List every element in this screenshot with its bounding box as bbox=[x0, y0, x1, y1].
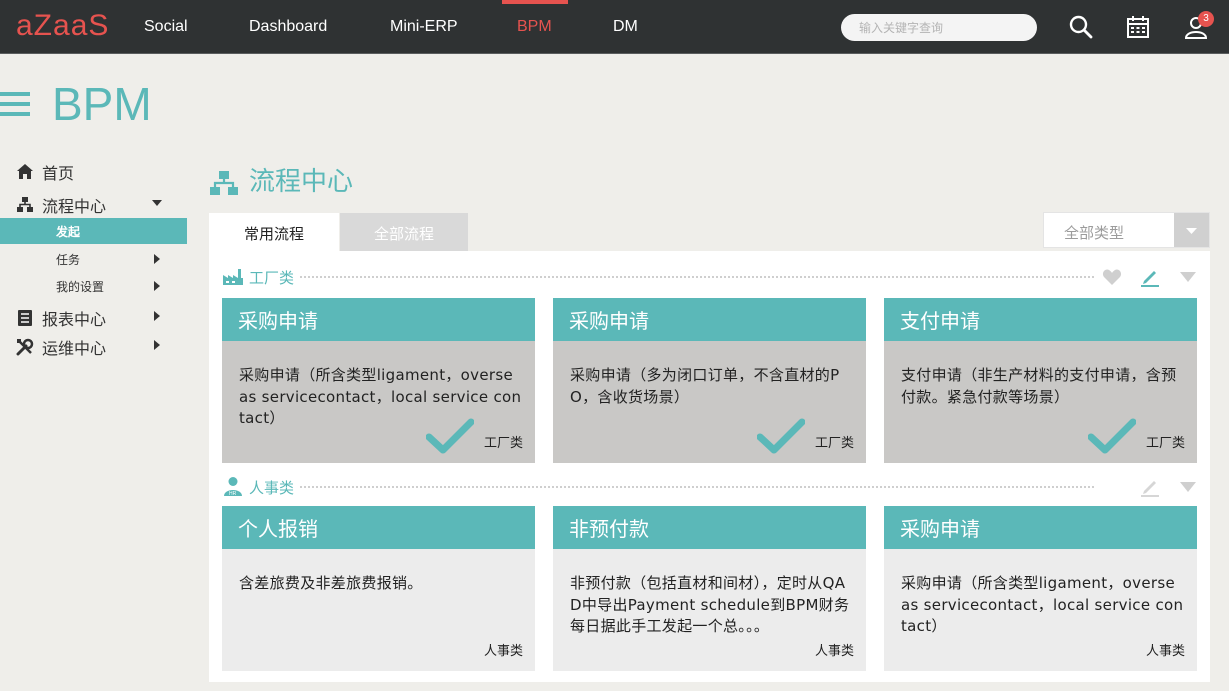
top-navbar: aZaaS Social Dashboard Mini-ERP BPM DM 3 bbox=[0, 0, 1229, 54]
chevron-right-icon bbox=[154, 311, 160, 321]
process-card[interactable]: 个人报销 含差旅费及非差旅费报销。 人事类 bbox=[222, 506, 535, 671]
card-category: 工厂类 bbox=[1145, 436, 1185, 451]
sidebar-item-ops-center[interactable]: 运维中心 bbox=[0, 335, 187, 358]
section-title: 流程中心 bbox=[249, 167, 354, 197]
tab-all-processes[interactable]: 全部流程 bbox=[340, 213, 468, 251]
menu-toggle-icon[interactable] bbox=[0, 90, 30, 118]
process-card[interactable]: 采购申请 采购申请（所含类型ligament，overse as service… bbox=[884, 506, 1197, 671]
type-filter-value: 全部类型 bbox=[1064, 224, 1125, 242]
nav-item-mini-erp[interactable]: Mini-ERP bbox=[390, 0, 458, 54]
card-category: 人事类 bbox=[814, 644, 854, 659]
card-category: 人事类 bbox=[483, 644, 523, 659]
calendar-icon[interactable] bbox=[1125, 14, 1151, 40]
heart-icon[interactable] bbox=[1102, 268, 1122, 286]
nav-item-bpm[interactable]: BPM bbox=[517, 0, 552, 54]
check-icon bbox=[426, 418, 474, 454]
tab-common-processes[interactable]: 常用流程 bbox=[209, 213, 339, 251]
sidebar-subitem-my-settings[interactable]: 我的设置 bbox=[0, 273, 187, 299]
page-title: BPM bbox=[52, 78, 152, 130]
sidebar-item-home[interactable]: 首页 bbox=[0, 160, 187, 183]
sidebar-subitem-label: 任务 bbox=[56, 253, 81, 267]
sidebar-subitem-tasks[interactable]: 任务 bbox=[0, 246, 187, 272]
chevron-down-icon bbox=[1186, 228, 1197, 234]
sidebar-item-report-center[interactable]: 报表中心 bbox=[0, 306, 187, 329]
type-filter-dropdown-button[interactable] bbox=[1174, 213, 1209, 247]
sitemap-icon bbox=[17, 197, 33, 212]
svg-text:HR: HR bbox=[229, 491, 237, 496]
group-label: 人事类 bbox=[249, 479, 295, 497]
group-header-hr: HR 人事类 bbox=[222, 475, 1198, 497]
group-header-factory: 工厂类 bbox=[222, 265, 1198, 287]
tools-icon bbox=[16, 338, 34, 356]
group-label: 工厂类 bbox=[249, 269, 295, 287]
chevron-right-icon bbox=[154, 340, 160, 350]
group-divider bbox=[300, 486, 1094, 488]
chevron-right-icon bbox=[154, 254, 160, 264]
chevron-right-icon bbox=[154, 281, 160, 291]
sidebar-item-label: 首页 bbox=[42, 164, 75, 183]
sidebar-subitem-label: 我的设置 bbox=[56, 280, 105, 294]
check-icon bbox=[757, 418, 805, 454]
card-title: 个人报销 bbox=[222, 506, 535, 549]
sidebar-subitem-launch[interactable]: 发起 bbox=[0, 218, 187, 244]
notification-badge: 3 bbox=[1198, 11, 1214, 27]
card-category: 工厂类 bbox=[483, 436, 523, 451]
edit-icon[interactable] bbox=[1140, 267, 1160, 287]
search-icon[interactable] bbox=[1068, 14, 1094, 40]
sidebar-item-label: 运维中心 bbox=[42, 339, 107, 358]
card-title: 非预付款 bbox=[553, 506, 866, 549]
nav-item-dashboard[interactable]: Dashboard bbox=[249, 0, 327, 54]
search-input[interactable] bbox=[841, 14, 1037, 41]
edit-icon[interactable] bbox=[1140, 477, 1160, 497]
sidebar-item-label: 流程中心 bbox=[42, 197, 107, 216]
collapse-toggle-icon[interactable] bbox=[1179, 271, 1197, 283]
card-category: 人事类 bbox=[1145, 644, 1185, 659]
nav-item-dm[interactable]: DM bbox=[613, 0, 638, 54]
sidebar-item-process-center[interactable]: 流程中心 bbox=[0, 193, 187, 216]
logo[interactable]: aZaaS bbox=[16, 11, 109, 41]
factory-icon bbox=[223, 269, 243, 285]
check-icon bbox=[1088, 418, 1136, 454]
sidebar-item-label: 报表中心 bbox=[42, 310, 107, 329]
card-category: 工厂类 bbox=[814, 436, 854, 451]
group-divider bbox=[300, 276, 1094, 278]
process-card[interactable]: 采购申请 采购申请（多为闭口订单，不含直材的PO，含收货场景） 工厂类 bbox=[553, 298, 866, 463]
chevron-down-icon bbox=[152, 200, 162, 206]
nav-item-social[interactable]: Social bbox=[144, 0, 188, 54]
sitemap-icon bbox=[210, 171, 238, 195]
process-card[interactable]: 非预付款 非预付款（包括直材和间材），定时从QAD中导出Payment sche… bbox=[553, 506, 866, 671]
hr-person-icon: HR bbox=[224, 477, 242, 496]
collapse-toggle-icon[interactable] bbox=[1179, 481, 1197, 493]
type-filter-select[interactable]: 全部类型 bbox=[1043, 212, 1210, 248]
sidebar-subitem-label: 发起 bbox=[56, 225, 81, 239]
process-card[interactable]: 采购申请 采购申请（所含类型ligament，overse as service… bbox=[222, 298, 535, 463]
home-icon bbox=[17, 164, 33, 179]
card-title: 支付申请 bbox=[884, 298, 1197, 341]
card-title: 采购申请 bbox=[884, 506, 1197, 549]
card-title: 采购申请 bbox=[553, 298, 866, 341]
process-card[interactable]: 支付申请 支付申请（非生产材料的支付申请，含预付款。紧急付款等场景） 工厂类 bbox=[884, 298, 1197, 463]
report-icon bbox=[18, 310, 32, 326]
card-title: 采购申请 bbox=[222, 298, 535, 341]
